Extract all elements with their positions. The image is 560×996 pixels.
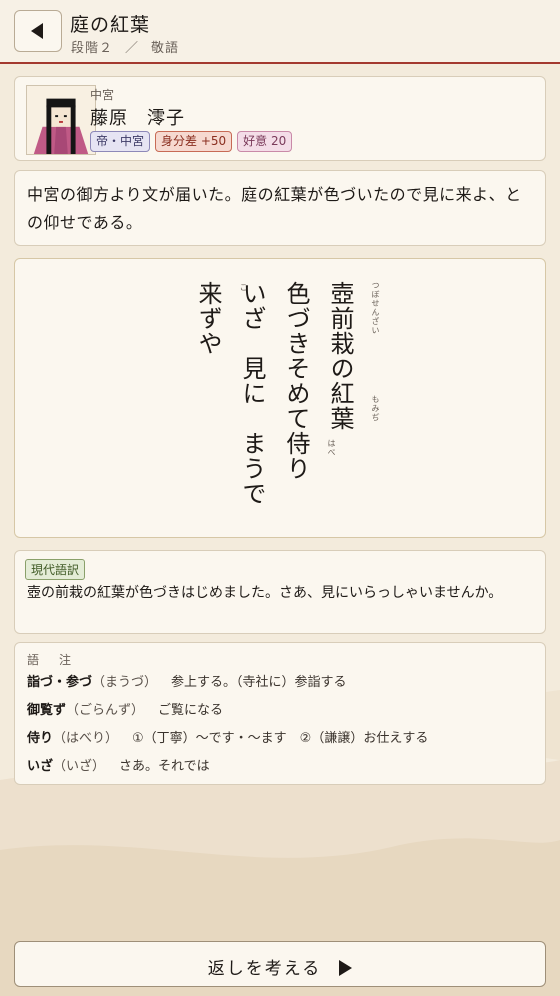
page-title: 庭の紅葉	[70, 14, 151, 36]
note-meaning: ①（丁寧）～です・～ます ②（謙譲）お仕えする	[132, 731, 429, 746]
poem-line-2: 色づきそめて侍り	[282, 281, 310, 481]
narration-box: 中宮の御方より文が届いた。庭の紅葉が色づいたので見に来よ、との仰せである。	[14, 170, 546, 246]
notes-box: 語 注 詣づ・参づ（まうづ） 参上する。（寺社に）参詣する 御覧ず（ごらんず） ご覧…	[14, 642, 546, 785]
play-triangle-icon	[339, 960, 353, 976]
note-reading: （はべり）	[53, 731, 119, 746]
translation-box: 現代語訳 壺の前栽の紅葉が色づきはじめました。さあ、見にいらっしゃいませんか。	[14, 550, 546, 634]
poem-card: 壺前栽の紅葉 色づきそめて侍り いざ 見に まうで 来ずや つぼせんざい もみぢ…	[14, 258, 546, 538]
translation-text: 壺の前栽の紅葉が色づきはじめました。さあ、見にいらっしゃいませんか。	[27, 585, 503, 601]
note-term: いざ	[27, 759, 54, 774]
character-portrait	[26, 85, 96, 155]
header-divider	[0, 62, 560, 64]
note-term: 御覧ず	[27, 703, 67, 718]
character-name: 藤原 澪子	[90, 108, 185, 129]
furigana-ko: こ	[239, 283, 248, 292]
breadcrumb-stage: 段階２	[71, 41, 114, 56]
breadcrumb-separator: ／	[125, 41, 140, 56]
rank-gap-badge: 身分差 +50	[155, 131, 233, 152]
translation-tag: 現代語訳	[25, 559, 86, 580]
back-button[interactable]	[14, 10, 62, 52]
compose-reply-label: 返しを考える	[207, 959, 322, 979]
poem-line-3: いざ 見に まうで	[238, 281, 266, 506]
note-reading: （いざ）	[53, 759, 106, 774]
character-rank: 中宮	[90, 88, 115, 102]
status-badges: 帝・中宮 身分差 +50 好意 20	[90, 131, 293, 152]
note-item: 侍り（はべり） ①（丁寧）～です・～ます ②（謙譲）お仕えする	[27, 727, 428, 746]
back-triangle-icon	[30, 23, 43, 39]
compose-reply-label-wrap: 返しを考える	[15, 954, 545, 979]
note-item: 御覧ず（ごらんず） ご覧になる	[27, 699, 223, 718]
note-reading: （ごらんず）	[66, 703, 145, 718]
note-term: 侍り	[27, 731, 54, 746]
favor-badge: 好意 20	[237, 131, 293, 152]
note-item: 詣づ・参づ（まうづ） 参上する。（寺社に）参詣する	[27, 671, 347, 690]
poem-line-4: 来ずや	[194, 281, 222, 356]
note-reading: （まうづ）	[92, 675, 158, 690]
poem-line-1: 壺前栽の紅葉	[326, 281, 354, 431]
relation-badge: 帝・中宮	[90, 131, 151, 152]
note-meaning: さあ。それでは	[119, 759, 210, 774]
notes-title: 語 注	[27, 653, 76, 667]
note-term: 詣づ・参づ	[27, 675, 93, 690]
furigana-momiji: もみぢ	[371, 395, 380, 422]
narration-text: 中宮の御方より文が届いた。庭の紅葉が色づいたので見に来よ、との仰せである。	[27, 185, 522, 232]
breadcrumb: 段階２ ／ 敬語	[71, 37, 179, 56]
furigana-habe: はべ	[327, 439, 336, 457]
note-item: いざ（いざ） さあ。それでは	[27, 755, 210, 774]
furigana-tsubosenzai: つぼせんざい	[371, 281, 380, 335]
character-card: 中宮 藤原 澪子 帝・中宮 身分差 +50 好意 20	[14, 76, 546, 161]
breadcrumb-category: 敬語	[151, 41, 180, 56]
note-meaning: ご覧になる	[158, 703, 224, 718]
noble-lady-portrait-icon	[27, 86, 95, 154]
compose-reply-button[interactable]: 返しを考える	[14, 941, 546, 987]
header-bar: 庭の紅葉 段階２ ／ 敬語	[0, 0, 560, 62]
note-meaning: 参上する。（寺社に）参詣する	[171, 675, 347, 690]
